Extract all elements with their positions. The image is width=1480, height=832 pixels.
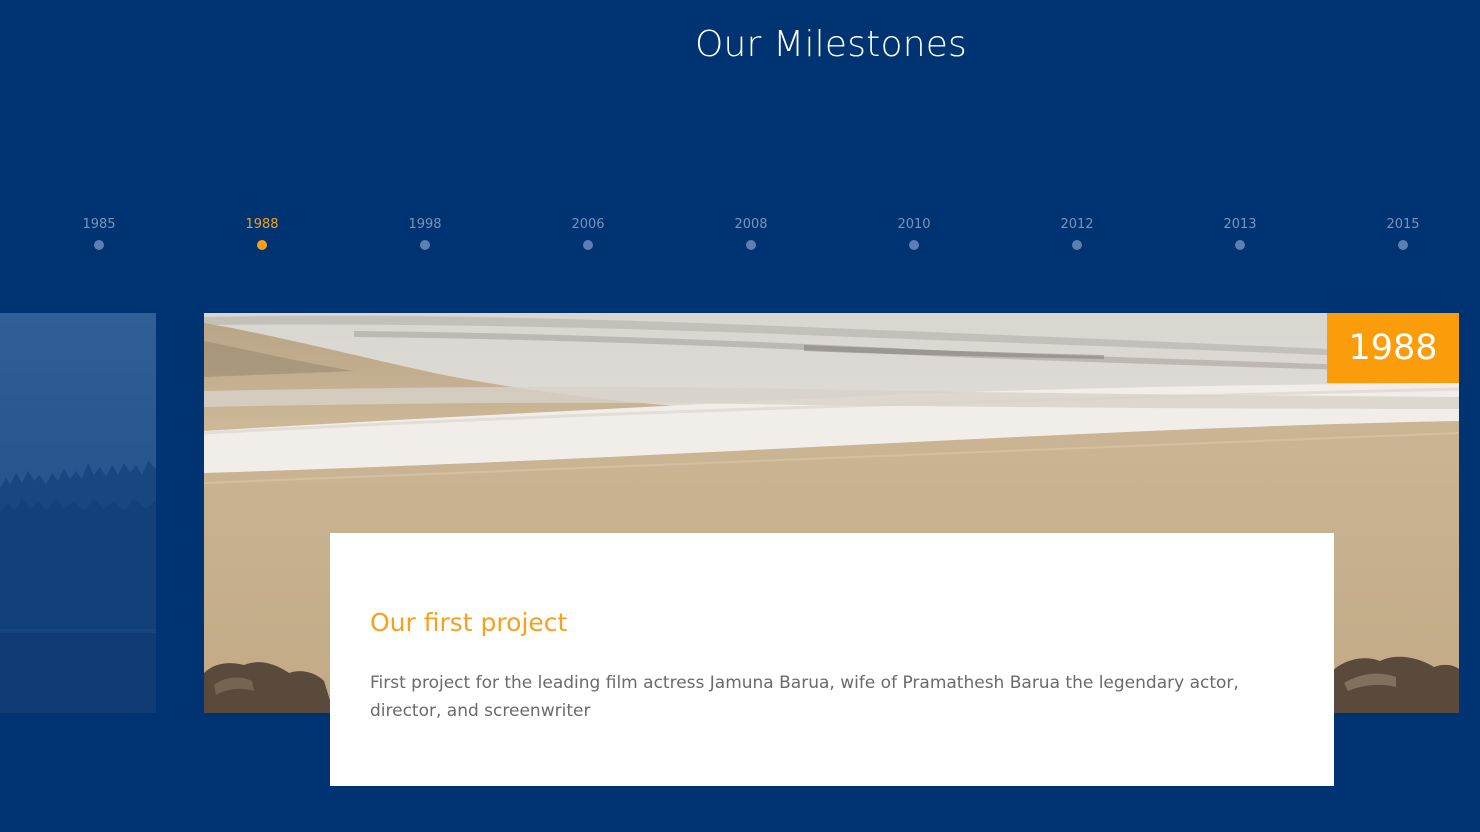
timeline-item-1998[interactable]: 1998 [385,216,465,250]
timeline-dot[interactable] [1072,240,1082,250]
previous-slide[interactable] [0,313,156,713]
timeline-year-label: 2006 [571,217,605,232]
forest-image [0,313,156,713]
timeline-year-label: 2010 [897,217,931,232]
milestone-caption-card: Our first project First project for the … [330,533,1334,786]
timeline-year-label: 2012 [1060,217,1094,232]
timeline-item-2008[interactable]: 2008 [711,216,791,250]
timeline-item-1985[interactable]: 1985 [59,216,139,250]
timeline-year-label: 2015 [1386,217,1420,232]
timeline-year-label: 2013 [1223,217,1257,232]
timeline-dot[interactable] [1398,240,1408,250]
timeline-dot[interactable] [94,240,104,250]
timeline-year-label: 2008 [734,217,768,232]
milestone-title: Our first project [370,608,568,637]
timeline-year-label: 1985 [82,217,116,232]
timeline-item-2010[interactable]: 2010 [874,216,954,250]
active-year-badge: 1988 [1327,313,1459,383]
milestone-description: First project for the leading film actre… [370,673,1239,721]
timeline-dot[interactable] [583,240,593,250]
timeline-item-2013[interactable]: 2013 [1200,216,1280,250]
timeline-dot-active[interactable] [257,240,267,250]
timeline-item-2015[interactable]: 2015 [1363,216,1443,250]
timeline-item-2012[interactable]: 2012 [1037,216,1117,250]
timeline-year-label: 1988 [245,217,279,232]
timeline-dot[interactable] [1235,240,1245,250]
timeline-year-label: 1998 [408,217,442,232]
timeline-item-2006[interactable]: 2006 [548,216,628,250]
timeline-dot[interactable] [420,240,430,250]
milestone-timeline: 1985 1988 1998 2006 2008 2010 2012 2013 … [0,0,1480,300]
timeline-dot[interactable] [746,240,756,250]
timeline-dot[interactable] [909,240,919,250]
timeline-item-1988[interactable]: 1988 [222,216,302,250]
